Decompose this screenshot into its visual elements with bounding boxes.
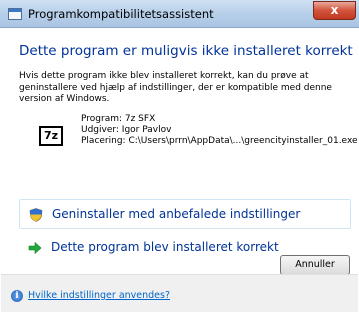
info-icon: i [11,290,23,302]
window-title: Programkompatibilitetsassistent [28,7,214,21]
compatibility-assistant-window: Programkompatibilitetsassistent x Dette … [0,0,359,312]
settings-help-link[interactable]: Hvilke indstillinger anvendes? [28,290,170,301]
window-icon [8,8,22,20]
close-button[interactable]: x [313,1,356,20]
green-arrow-icon [28,241,42,255]
dialog-content: Dette program er muligvis ikke installer… [1,28,358,312]
title-bar[interactable]: Programkompatibilitetsassistent x [0,0,359,28]
program-publisher: Udgiver: Igor Pavlov [81,125,172,135]
program-name: Program: 7z SFX [81,114,156,124]
installed-correctly-label: Dette program blev installeret korrekt [51,240,279,254]
shield-icon [29,208,43,222]
program-info: Program: 7z SFX Udgiver: Igor Pavlov Pla… [81,114,358,147]
description-text: Hvis dette program ikke blev installeret… [19,71,332,104]
7z-app-icon: 7z [39,126,63,146]
cancel-button[interactable]: Annuller [280,255,350,275]
page-title: Dette program er muligvis ikke installer… [19,43,353,59]
program-location: Placering: C:\Users\prrn\AppData\...\gre… [81,136,358,146]
reinstall-option-label: Geninstaller med anbefalede indstillinge… [52,207,301,221]
reinstall-recommended-option[interactable]: Geninstaller med anbefalede indstillinge… [19,199,351,229]
